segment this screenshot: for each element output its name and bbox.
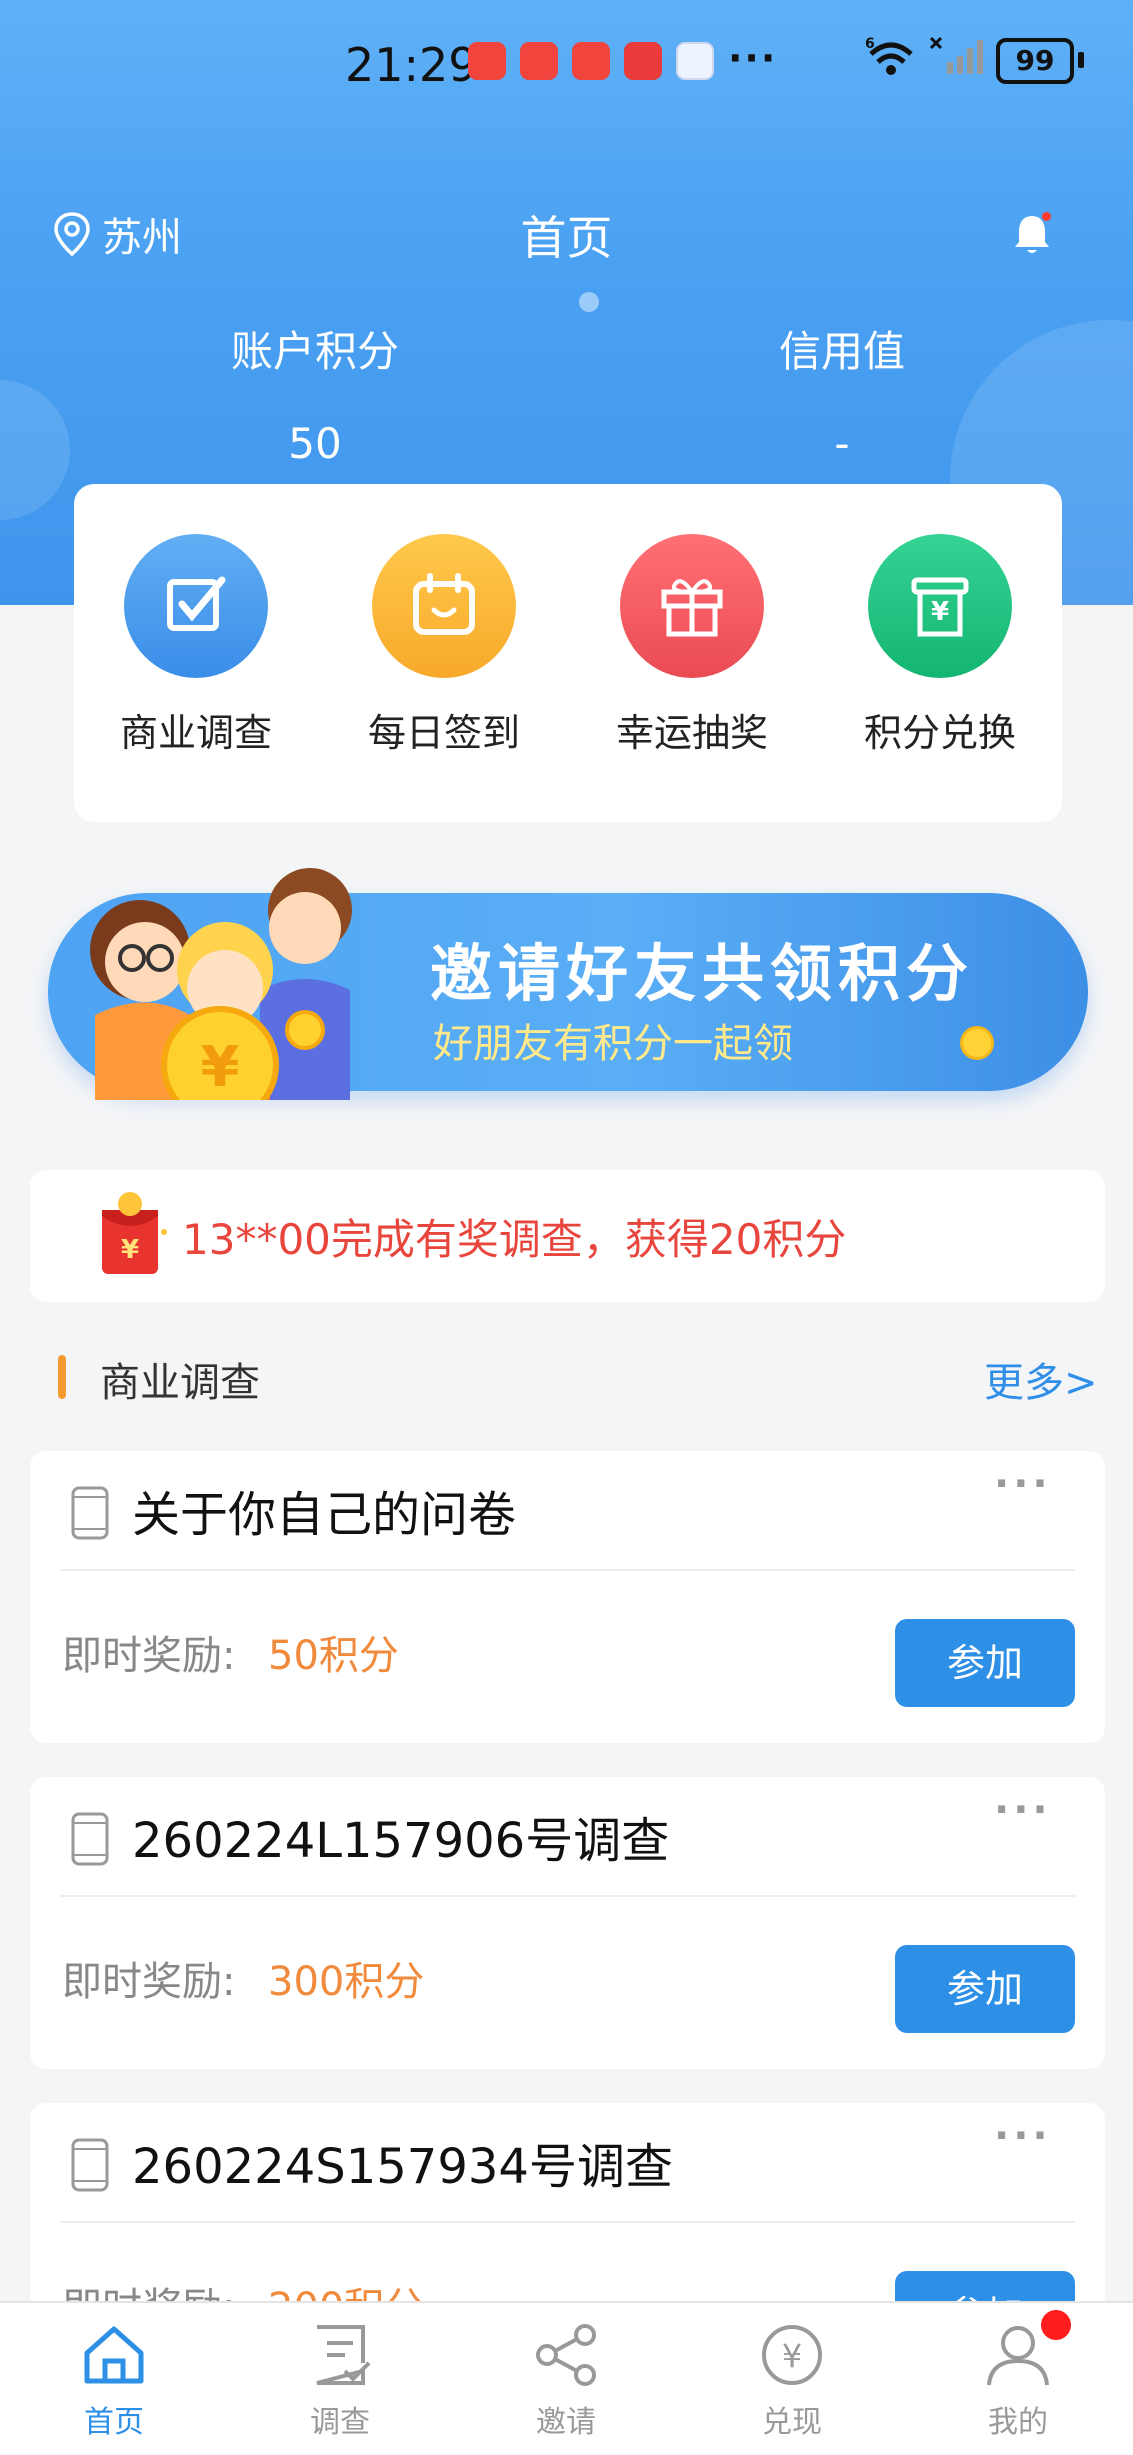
system-icons: 6: [865, 34, 987, 78]
survey-title: 260224S157934号调查: [132, 2139, 673, 2195]
status-bar: 21:29 ··· 6 99: [0, 28, 1133, 98]
battery-indicator: 99: [996, 38, 1074, 84]
yuan-circle-icon: ¥: [762, 2325, 822, 2385]
gift-icon: [620, 534, 764, 678]
tab-cashout[interactable]: ¥ 兑现: [712, 2323, 872, 2441]
quick-action-label: 商业调查: [119, 711, 272, 755]
reward-ticker[interactable]: ¥ 13**00完成有奖调查，获得20积分: [30, 1170, 1105, 1302]
tab-label: 兑现: [762, 2405, 822, 2440]
tab-label: 首页: [84, 2405, 144, 2440]
tab-home[interactable]: 首页: [34, 2323, 194, 2441]
ticker-text: 13**00完成有奖调查，获得20积分: [182, 1215, 847, 1264]
phone-icon: [71, 1812, 109, 1866]
survey-card[interactable]: 关于你自己的问卷 ··· 即时奖励: 50积分 参加: [30, 1451, 1105, 1743]
profile-badge: [1041, 2310, 1071, 2340]
more-options-icon[interactable]: ···: [994, 1461, 1052, 1507]
svg-text:¥: ¥: [931, 597, 949, 627]
credit-label: 信用值: [778, 327, 905, 376]
check-box-icon: [124, 534, 268, 678]
divider: [60, 1569, 1075, 1571]
quick-action-label: 幸运抽奖: [615, 711, 768, 755]
huawei-app-icon: [468, 42, 506, 80]
phone-icon: [71, 2138, 109, 2192]
reward-label: 即时奖励:: [62, 1959, 236, 2005]
quick-action-label: 积分兑换: [863, 711, 1016, 755]
svg-text:¥: ¥: [121, 1235, 139, 1265]
coin-icon: [960, 1026, 994, 1060]
tab-survey[interactable]: 调查: [260, 2323, 420, 2441]
points-value: 50: [288, 419, 342, 468]
notification-badge: [1042, 212, 1051, 221]
calendar-smile-icon: [372, 534, 516, 678]
more-options-icon[interactable]: ···: [994, 2113, 1052, 2159]
quick-action-lucky-draw[interactable]: 幸运抽奖: [592, 534, 792, 757]
red-envelope-icon: ¥: [102, 1192, 167, 1274]
signal-icon: [929, 36, 983, 74]
join-button[interactable]: 参加: [895, 1619, 1075, 1707]
home-icon: [84, 2326, 144, 2384]
notification-icons: [468, 42, 714, 80]
account-points[interactable]: 账户积分 50: [190, 318, 440, 468]
yuan-receipt-icon: ¥: [868, 534, 1012, 678]
tab-label: 我的: [988, 2405, 1048, 2440]
more-link[interactable]: 更多>: [984, 1350, 1098, 1408]
video-app-icon: [624, 42, 662, 80]
pager-indicator: [579, 292, 599, 312]
reward-value: 300积分: [268, 1959, 425, 2005]
credit-value[interactable]: 信用值 -: [712, 318, 972, 468]
survey-card[interactable]: 260224L157906号调查 ··· 即时奖励: 300积分 参加: [30, 1777, 1105, 2069]
status-time: 21:29: [345, 38, 478, 92]
reward-value: 50积分: [268, 1633, 399, 1679]
tab-profile[interactable]: 我的: [938, 2323, 1098, 2441]
quick-action-points-exchange[interactable]: ¥ 积分兑换: [840, 534, 1040, 757]
points-label: 账户积分: [230, 327, 399, 376]
tab-invite[interactable]: 邀请: [486, 2323, 646, 2441]
more-notifications: ···: [728, 36, 778, 80]
decor-bubble: [0, 380, 70, 520]
section-accent-bar: [58, 1355, 66, 1399]
huawei-app-icon: [520, 42, 558, 80]
reward-label: 即时奖励:: [62, 1633, 236, 1679]
divider: [60, 2221, 1075, 2223]
banner-subtitle: 好朋友有积分一起领: [433, 1021, 793, 1067]
friends-illustration: ¥: [90, 868, 352, 1100]
quick-actions-card: 商业调查 每日签到 幸运抽奖 ¥ 积分兑换: [74, 484, 1062, 822]
join-button[interactable]: 参加: [895, 1945, 1075, 2033]
svg-text:¥: ¥: [782, 2337, 802, 2375]
credit-value-text: -: [834, 419, 850, 468]
quick-action-daily-checkin[interactable]: 每日签到: [344, 534, 544, 757]
huawei-app-icon: [572, 42, 610, 80]
share-icon: [536, 2324, 596, 2386]
more-options-icon[interactable]: ···: [994, 1787, 1052, 1833]
wifi-icon: 6: [865, 36, 913, 75]
tab-label: 调查: [310, 2405, 370, 2440]
survey-title: 260224L157906号调查: [132, 1813, 670, 1869]
battery-tip: [1078, 52, 1084, 68]
page-title: 首页: [520, 211, 613, 265]
quick-action-business-survey[interactable]: 商业调查: [96, 534, 296, 757]
svg-text:¥: ¥: [201, 1035, 240, 1100]
phone-icon: [71, 1486, 109, 1540]
tab-label: 邀请: [536, 2405, 596, 2440]
divider: [60, 1895, 1075, 1897]
banner-title: 邀请好友共领积分: [430, 937, 975, 1010]
quick-action-label: 每日签到: [367, 711, 520, 755]
section-title: 商业调查: [100, 1360, 260, 1406]
survey-icon: [316, 2325, 371, 2385]
bottom-tab-bar: 首页 调查 邀请 ¥ 兑现 我的: [0, 2301, 1133, 2455]
baidu-app-icon: [676, 42, 714, 80]
survey-title: 关于你自己的问卷: [132, 1487, 517, 1543]
